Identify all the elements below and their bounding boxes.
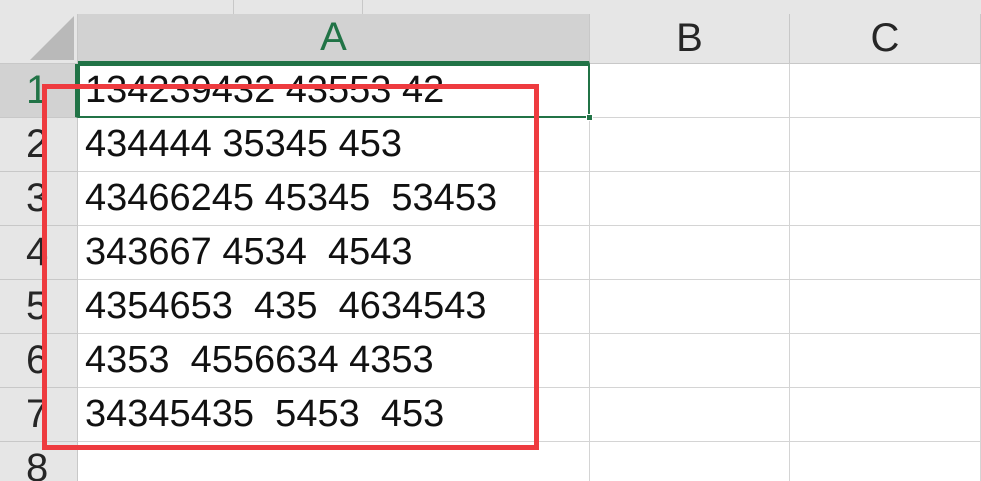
- cell-b4[interactable]: [590, 226, 790, 280]
- cell-b8[interactable]: [590, 442, 790, 481]
- formula-bar-strip: [0, 0, 981, 14]
- cell-a6[interactable]: 4353 4556634 4353: [78, 334, 590, 388]
- row-header-1[interactable]: 1: [0, 64, 78, 118]
- cell-b6[interactable]: [590, 334, 790, 388]
- cell-a8[interactable]: [78, 442, 590, 481]
- toolbar-divider: [233, 0, 234, 14]
- cell-b2[interactable]: [590, 118, 790, 172]
- toolbar-divider: [362, 0, 363, 14]
- cell-b7[interactable]: [590, 388, 790, 442]
- cell-a5[interactable]: 4354653 435 4634543: [78, 280, 590, 334]
- cell-c7[interactable]: [790, 388, 981, 442]
- cell-b3[interactable]: [590, 172, 790, 226]
- cell-a7[interactable]: 34345435 5453 453: [78, 388, 590, 442]
- row-header-2[interactable]: 2: [0, 118, 78, 172]
- cell-b1[interactable]: [590, 64, 790, 118]
- row-header-7[interactable]: 7: [0, 388, 78, 442]
- row-header-5[interactable]: 5: [0, 280, 78, 334]
- cell-c4[interactable]: [790, 226, 981, 280]
- select-all-icon: [30, 16, 74, 60]
- cell-a4[interactable]: 343667 4534 4543: [78, 226, 590, 280]
- cell-c3[interactable]: [790, 172, 981, 226]
- row-header-4[interactable]: 4: [0, 226, 78, 280]
- cell-a3[interactable]: 43466245 45345 53453: [78, 172, 590, 226]
- row-header-3[interactable]: 3: [0, 172, 78, 226]
- cell-a2[interactable]: 434444 35345 453: [78, 118, 590, 172]
- row-header-6[interactable]: 6: [0, 334, 78, 388]
- cell-c2[interactable]: [790, 118, 981, 172]
- column-header-b[interactable]: B: [590, 14, 790, 64]
- row-header-8[interactable]: 8: [0, 442, 78, 481]
- select-all-button[interactable]: [0, 14, 78, 64]
- cell-c8[interactable]: [790, 442, 981, 481]
- cell-c1[interactable]: [790, 64, 981, 118]
- column-header-a[interactable]: A: [78, 14, 590, 64]
- cell-c5[interactable]: [790, 280, 981, 334]
- cell-a1[interactable]: 134239432 43553 42: [78, 64, 590, 118]
- column-header-c[interactable]: C: [790, 14, 981, 64]
- cell-b5[interactable]: [590, 280, 790, 334]
- spreadsheet: A B C 1 134239432 43553 42 2 434444 35345 453 3…: [0, 0, 981, 481]
- fill-handle[interactable]: [586, 114, 593, 121]
- cell-c6[interactable]: [790, 334, 981, 388]
